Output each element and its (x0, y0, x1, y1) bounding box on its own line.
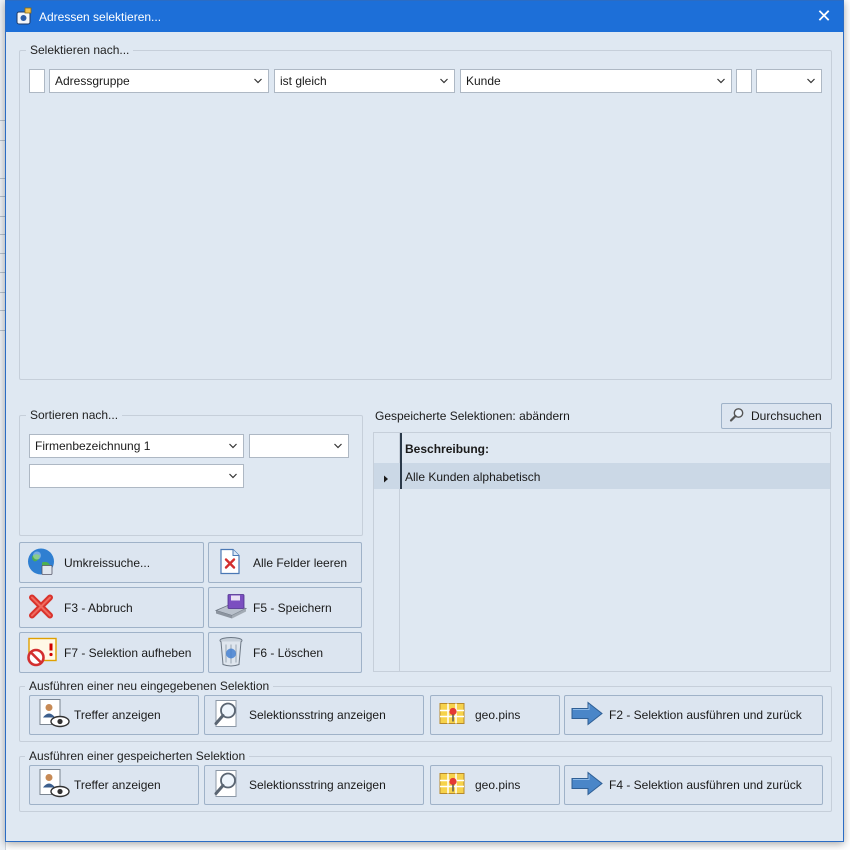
run-saved-label: Ausführen einer gespeicherten Selektion (25, 749, 250, 763)
save-button[interactable]: F5 - Speichern (208, 587, 362, 628)
logic-combo[interactable] (756, 69, 822, 93)
person-eye-icon (38, 699, 70, 732)
show-string-saved-button[interactable]: Selektionsstring anzeigen (204, 765, 424, 805)
chevron-down-icon (717, 70, 727, 92)
show-string-new-label: Selektionsstring anzeigen (249, 708, 386, 722)
remove-selection-button[interactable]: F7 - Selektion aufheben (19, 632, 204, 673)
current-row-indicator-icon (383, 472, 389, 486)
chevron-down-icon (229, 435, 239, 457)
floppy-icon (214, 592, 248, 623)
run-new-label: Ausführen einer neu eingegebenen Selekti… (25, 679, 274, 693)
operator-value: ist gleich (280, 74, 327, 88)
no-entry-icon (26, 635, 58, 670)
select-group-label: Selektieren nach... (26, 43, 134, 57)
document-x-icon (219, 548, 241, 577)
chevron-down-icon (440, 70, 450, 92)
sort-group-label: Sortieren nach... (26, 408, 123, 422)
cancel-label: F3 - Abbruch (64, 600, 133, 615)
execute-saved-button[interactable]: F4 - Selektion ausführen und zurück (564, 765, 823, 805)
show-string-saved-label: Selektionsstring anzeigen (249, 778, 386, 792)
browse-button[interactable]: Durchsuchen (721, 403, 832, 429)
select-criteria-group: Selektieren nach... (19, 43, 832, 380)
show-string-new-button[interactable]: Selektionsstring anzeigen (204, 695, 424, 735)
trash-icon (218, 635, 244, 670)
clear-fields-label: Alle Felder leeren (253, 555, 348, 570)
globe-icon (26, 546, 56, 579)
sort-field1-combo[interactable]: Firmenbezeichnung 1 (29, 434, 244, 458)
map-pin-icon (438, 771, 466, 800)
browse-label: Durchsuchen (751, 409, 822, 423)
sort-field2-combo[interactable] (249, 434, 349, 458)
arrow-right-icon (571, 771, 603, 800)
value-value: Kunde (466, 74, 501, 88)
show-hits-new-button[interactable]: Treffer anzeigen (29, 695, 199, 735)
chevron-down-icon (807, 70, 817, 92)
delete-label: F6 - Löschen (253, 645, 324, 660)
show-hits-new-label: Treffer anzeigen (74, 708, 161, 722)
chevron-down-icon (229, 465, 239, 487)
radius-search-label: Umkreissuche... (64, 555, 151, 570)
geo-pins-saved-label: geo.pins (475, 778, 521, 792)
saved-selections-grid: Beschreibung: Alle Kunden alphabetisch (373, 432, 831, 672)
magnifier-page-icon (213, 699, 241, 732)
sort-field3-combo[interactable] (29, 464, 244, 488)
show-hits-saved-button[interactable]: Treffer anzeigen (29, 765, 199, 805)
radius-search-button[interactable]: Umkreissuche... (19, 542, 204, 583)
arrow-right-icon (571, 701, 603, 730)
geo-pins-new-button[interactable]: geo.pins (430, 695, 560, 735)
open-parenthesis-field[interactable] (29, 69, 45, 93)
table-row[interactable]: Alle Kunden alphabetisch (374, 463, 830, 489)
red-x-icon (28, 593, 54, 622)
window-title: Adressen selektieren... (39, 10, 162, 24)
chevron-down-icon (254, 70, 264, 92)
execute-new-button[interactable]: F2 - Selektion ausführen und zurück (564, 695, 823, 735)
chevron-down-icon (334, 435, 344, 457)
column-separator (400, 433, 402, 463)
select-field-combo[interactable]: Adressgruppe (49, 69, 269, 93)
cancel-button[interactable]: F3 - Abbruch (19, 587, 204, 628)
saved-selections-label: Gespeicherte Selektionen: abändern (375, 409, 570, 423)
person-eye-icon (38, 769, 70, 802)
magnifier-icon (729, 407, 745, 426)
column-header-description[interactable]: Beschreibung: (405, 442, 489, 456)
map-pin-icon (438, 701, 466, 730)
app-icon (14, 6, 34, 26)
select-addresses-dialog: Adressen selektieren... ✕ Selektieren na… (5, 0, 844, 842)
show-hits-saved-label: Treffer anzeigen (74, 778, 161, 792)
close-parenthesis-field[interactable] (736, 69, 752, 93)
grid-header: Beschreibung: (374, 433, 830, 463)
close-icon[interactable]: ✕ (811, 4, 837, 28)
magnifier-page-icon (213, 769, 241, 802)
select-field-value: Adressgruppe (55, 74, 130, 88)
operator-combo[interactable]: ist gleich (274, 69, 455, 93)
geo-pins-new-label: geo.pins (475, 708, 521, 722)
row-description: Alle Kunden alphabetisch (405, 470, 541, 484)
clear-fields-button[interactable]: Alle Felder leeren (208, 542, 362, 583)
remove-selection-label: F7 - Selektion aufheben (64, 645, 192, 660)
execute-saved-label: F4 - Selektion ausführen und zurück (609, 778, 802, 792)
geo-pins-saved-button[interactable]: geo.pins (430, 765, 560, 805)
column-separator (400, 463, 402, 489)
sort-field1-value: Firmenbezeichnung 1 (35, 439, 151, 453)
title-bar: Adressen selektieren... ✕ (6, 1, 843, 32)
delete-button[interactable]: F6 - Löschen (208, 632, 362, 673)
execute-new-label: F2 - Selektion ausführen und zurück (609, 708, 802, 722)
save-label: F5 - Speichern (253, 600, 332, 615)
value-combo[interactable]: Kunde (460, 69, 732, 93)
